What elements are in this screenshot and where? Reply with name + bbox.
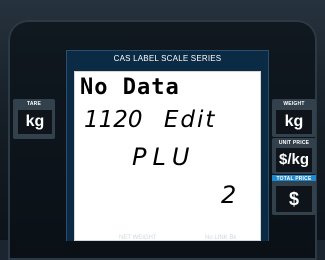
lcd-edit-word: Edit — [163, 107, 217, 133]
lcd-code: 1120 — [84, 107, 143, 133]
tare-label: TARE — [26, 101, 42, 107]
unit-price-unit: $/kg — [276, 148, 312, 172]
lcd-line-status: No Data — [80, 75, 180, 100]
footer-left-label: NET WEIGHT — [119, 235, 157, 241]
total-price-unit: $ — [276, 186, 312, 212]
weight-label: WEIGHT — [283, 101, 305, 107]
lcd-line-number: 2 — [221, 181, 237, 209]
weight-unit: kg — [276, 110, 312, 134]
tare-unit: kg — [18, 110, 52, 134]
weight-panel: WEIGHT kg — [272, 99, 316, 137]
lcd-line-plu: PLU — [132, 143, 196, 171]
total-price-panel: TOTAL PRICE $ — [272, 175, 316, 215]
unit-price-panel: UNIT PRICE $/kg — [272, 138, 316, 174]
lcd-line-edit: 1120 Edit — [84, 107, 216, 133]
tare-panel: TARE kg — [13, 99, 55, 139]
display-title: CAS LABEL SCALE SERIES — [113, 54, 222, 63]
total-price-label: TOTAL PRICE — [276, 176, 312, 182]
unit-price-label: UNIT PRICE — [278, 140, 310, 146]
lcd-screen: No Data 1120 Edit PLU 2 — [74, 71, 261, 241]
display-frame: CAS LABEL SCALE SERIES No Data 1120 Edit… — [66, 50, 269, 241]
footer-right-label: No LINK Bk — [205, 235, 237, 241]
